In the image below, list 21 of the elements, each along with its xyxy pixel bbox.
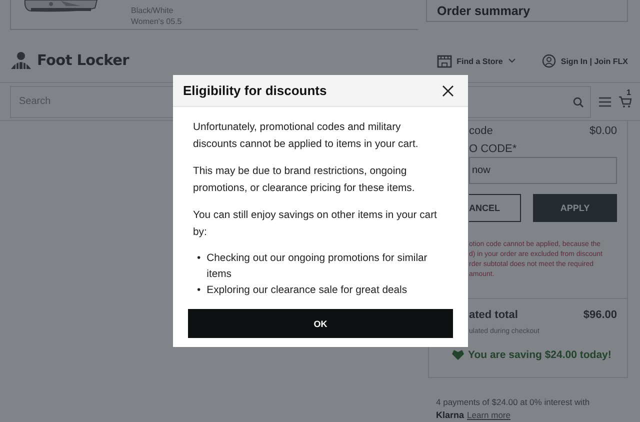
field-label: O CODE* [469,143,518,155]
bullet-item: Exploring our clearance sale for great deals [206,284,408,298]
saving-message: You are saving $24.00 today! [468,349,612,361]
order-summary-title: Order summary [426,0,628,22]
klarna-logo: Klarna [436,409,464,422]
dialog-text: Unfortunately, promotional codes and military discounts cannot be applied to items in your cart. [193,121,420,152]
dialog-text: This may be due to brand restrictions, ongoing promotions, or clearance pricing for these items. [193,165,416,196]
promo-code-label: code [469,125,493,137]
bullet-item: Checking out our ongoing promotions for similar items [206,252,428,282]
klarna-text: 4 payments of $24.00 at 0% interest with [436,396,591,409]
promo-code-amount: $0.00 [589,125,617,137]
dialog-text: You can still enjoy savings on other items in your cart by: [193,209,438,240]
product-size: Women's 05.5 [131,16,182,27]
dialog-title: Eligibility for discounts [183,83,327,98]
bullet-marker: • [197,252,201,266]
bullet-marker: • [197,284,201,298]
cart-count: 1 [626,88,631,96]
total-amount: $96.00 [583,309,617,321]
total-label: ated total [469,309,518,321]
logo-text: Foot Locker [37,53,129,69]
product-color: Black/White [131,5,174,16]
